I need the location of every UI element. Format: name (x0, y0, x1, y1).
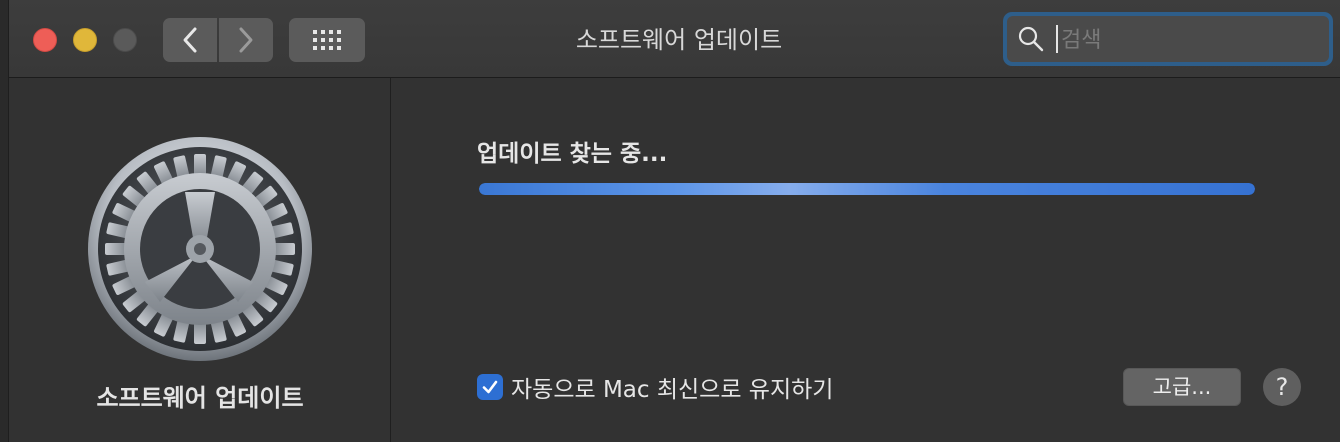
zoom-button[interactable] (113, 28, 137, 52)
gear-icon (88, 137, 312, 361)
title-bar: 소프트웨어 업데이트 (9, 0, 1340, 78)
update-progress-bar (479, 183, 1255, 195)
auto-update-option[interactable]: 자동으로 Mac 최신으로 유지하기 (477, 370, 833, 404)
grid-icon (313, 30, 341, 50)
advanced-button[interactable]: 고급... (1123, 368, 1241, 406)
show-all-button[interactable] (289, 18, 365, 62)
window-title: 소프트웨어 업데이트 (575, 26, 783, 54)
close-button[interactable] (33, 28, 57, 52)
progress-fill (479, 183, 1255, 195)
main-panel: 업데이트 찾는 중... 자동으로 Mac 최신으로 유지하기 고급... ? (392, 78, 1340, 442)
auto-update-label[interactable]: 자동으로 Mac 최신으로 유지하기 (511, 370, 833, 404)
auto-update-checkbox[interactable] (477, 374, 503, 400)
search-field[interactable] (1007, 16, 1329, 62)
search-input[interactable] (1059, 20, 1323, 60)
text-cursor (1056, 25, 1058, 53)
checkmark-icon (482, 380, 498, 394)
system-preferences-window: 소프트웨어 업데이트 검색 소프트웨어 업데이트 업데이트 찾는 중... 자동… (8, 0, 1340, 442)
forward-button[interactable] (219, 18, 273, 62)
sidebar-label: 소프트웨어 업데이트 (96, 384, 304, 412)
back-button[interactable] (163, 18, 217, 62)
help-button[interactable]: ? (1263, 368, 1301, 406)
chevron-left-icon (183, 27, 197, 53)
chevron-right-icon (239, 27, 253, 53)
search-field-focus-ring (1003, 12, 1333, 66)
minimize-button[interactable] (73, 28, 97, 52)
update-status-text: 업데이트 찾는 중... (477, 141, 668, 167)
sidebar: 소프트웨어 업데이트 (9, 78, 391, 442)
search-icon (1018, 26, 1044, 52)
